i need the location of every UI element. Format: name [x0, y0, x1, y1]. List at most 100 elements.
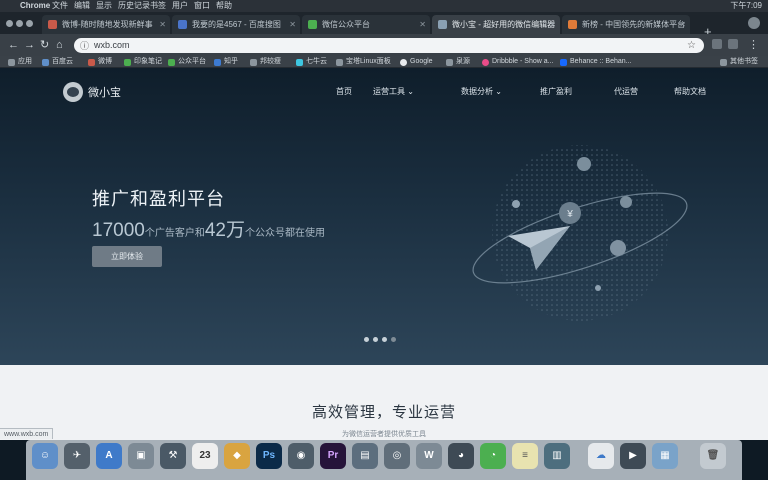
carousel-dot-active[interactable] [391, 337, 396, 342]
chevron-down-icon: ⌄ [407, 87, 414, 96]
books-icon[interactable]: ▥ [544, 443, 570, 469]
menu-edit[interactable]: 编辑 [74, 0, 90, 12]
menubar-clock[interactable]: 下午7:09 [730, 0, 762, 12]
folder-icon[interactable]: ▦ [652, 443, 678, 469]
notes-icon[interactable]: ≡ [512, 443, 538, 469]
bookmark-label: 应用 [18, 58, 32, 65]
menu-window[interactable]: 窗口 [194, 0, 210, 12]
nav-label: 数据分析 [461, 87, 493, 96]
menu-bookmarks[interactable]: 书签 [150, 0, 166, 12]
bookmark-item[interactable]: 公众平台 [168, 56, 206, 68]
reload-icon[interactable]: ↻ [40, 38, 49, 52]
tab-wechat-platform[interactable]: 微信公众平台 ✕ [302, 15, 430, 34]
bookmark-label: Behance :: Behan... [570, 58, 632, 65]
address-bar[interactable]: ⓘ wxb.com ☆ [74, 38, 704, 53]
bookmark-item[interactable]: Behance :: Behan... [560, 56, 632, 68]
close-tab-icon[interactable]: ✕ [679, 15, 686, 34]
tab-newrank[interactable]: 新榜 - 中国领先的新媒体平台 ✕ [562, 15, 690, 34]
bookmark-item[interactable]: 邦较瘦 [250, 56, 281, 68]
wechat-icon[interactable]: ◔ [480, 443, 506, 469]
bookmark-item[interactable]: 百度云 [42, 56, 73, 68]
bookmark-item[interactable]: 泉源 [446, 56, 470, 68]
tab-title: 微信公众平台 [322, 20, 370, 29]
menu-file[interactable]: 文件 [52, 0, 68, 12]
nav-agency[interactable]: 代运营 [614, 86, 638, 97]
tab-weibo[interactable]: 微博-随时随地发现新鲜事 ✕ [42, 15, 170, 34]
section-title: 高效管理，专业运营 [311, 404, 456, 421]
maximize-window-button[interactable] [26, 20, 33, 27]
qq-icon[interactable]: ◕ [448, 443, 474, 469]
tab-baidu[interactable]: 我要的是4567 - 百度搜图 ✕ [172, 15, 300, 34]
close-window-button[interactable] [6, 20, 13, 27]
minimize-window-button[interactable] [16, 20, 23, 27]
wxb-favicon-icon [438, 20, 447, 29]
try-now-button[interactable]: 立即体验 [92, 246, 162, 267]
nav-home[interactable]: 首页 [336, 86, 352, 97]
close-tab-icon[interactable]: ✕ [159, 15, 166, 34]
wps-icon[interactable]: W [416, 443, 442, 469]
bookmark-star-icon[interactable]: ☆ [687, 38, 696, 53]
premiere-icon[interactable]: Pr [320, 443, 346, 469]
bookmark-item[interactable]: Google [400, 56, 433, 68]
behance-icon [560, 59, 567, 66]
bookmark-item[interactable]: 七牛云 [296, 56, 327, 68]
quicktime-icon[interactable]: ▶ [620, 443, 646, 469]
bookmark-apps[interactable]: 应用 [8, 56, 32, 68]
photoshop-icon[interactable]: Ps [256, 443, 282, 469]
home-icon[interactable]: ⌂ [56, 38, 63, 52]
chrome-menu-icon[interactable]: ⋮ [748, 38, 759, 52]
close-tab-icon[interactable]: ✕ [419, 15, 426, 34]
bookmark-item[interactable]: 印象笔记 [124, 56, 162, 68]
menu-people[interactable]: 用户 [172, 0, 188, 12]
forward-icon[interactable]: → [24, 38, 35, 52]
weibo-icon [88, 59, 95, 66]
other-bookmarks[interactable]: 其他书签 [720, 56, 758, 68]
nav-promotion[interactable]: 推广盈利 [540, 86, 572, 97]
wechat-favicon-icon [308, 20, 317, 29]
trash-icon[interactable]: 🗑 [700, 443, 726, 469]
link-status-bubble: www.wxb.com [0, 428, 54, 439]
nav-data-analysis[interactable]: 数据分析 ⌄ [461, 86, 502, 97]
xcode-icon[interactable]: ⚒ [160, 443, 186, 469]
menu-view[interactable]: 显示 [96, 0, 112, 12]
menu-chrome[interactable]: Chrome [20, 0, 50, 12]
carousel-dot[interactable] [382, 337, 387, 342]
bookmark-item[interactable]: 知乎 [214, 56, 238, 68]
close-tab-icon[interactable]: ✕ [289, 15, 296, 34]
chrome-icon[interactable]: ◉ [288, 443, 314, 469]
google-icon [400, 59, 407, 66]
baidunetdisk-icon[interactable]: ☁ [588, 443, 614, 469]
nav-help-docs[interactable]: 帮助文档 [674, 86, 706, 97]
bookmark-item[interactable]: 宝塔Linux面板 [336, 56, 391, 68]
menu-help[interactable]: 帮助 [216, 0, 232, 12]
bookmark-label: Google [410, 58, 433, 65]
info-icon[interactable]: ⓘ [80, 39, 89, 52]
address-url[interactable]: wxb.com [94, 38, 130, 53]
pricetag-icon[interactable]: ◎ [384, 443, 410, 469]
nav-ops-tools[interactable]: 运营工具 ⌄ [373, 86, 414, 97]
carousel-dot[interactable] [364, 337, 369, 342]
bookmark-item[interactable]: 微博 [88, 56, 112, 68]
close-tab-icon[interactable]: ✕ [549, 15, 556, 34]
carousel-dot[interactable] [373, 337, 378, 342]
preview-icon[interactable]: ▣ [128, 443, 154, 469]
newrank-favicon-icon [568, 20, 577, 29]
back-icon[interactable]: ← [8, 38, 19, 52]
app-store-icon[interactable]: A [96, 443, 122, 469]
wxb-logo-icon [63, 82, 83, 102]
bookmark-label: 邦较瘦 [260, 58, 281, 65]
launchpad-icon[interactable]: ✈ [64, 443, 90, 469]
hero-banner: 微小宝 首页 运营工具 ⌄ 数据分析 ⌄ 推广盈利 代运营 帮助文档 ¥ 推广和… [0, 68, 768, 365]
finder-icon[interactable]: ☺ [32, 443, 58, 469]
extension-icon[interactable] [712, 39, 722, 49]
baidu-favicon-icon [178, 20, 187, 29]
menu-history[interactable]: 历史记录 [118, 0, 150, 12]
sketch-icon[interactable]: ◆ [224, 443, 250, 469]
extension-icon[interactable] [728, 39, 738, 49]
weibo-favicon-icon [48, 20, 57, 29]
keynote-icon[interactable]: ▤ [352, 443, 378, 469]
calendar-icon[interactable]: 23 [192, 443, 218, 469]
profile-avatar[interactable] [748, 17, 760, 29]
tab-wxb[interactable]: 微小宝 - 超好用的微信编辑器 ✕ [432, 15, 560, 34]
bookmark-item[interactable]: Dribbble - Show a... [482, 56, 553, 68]
